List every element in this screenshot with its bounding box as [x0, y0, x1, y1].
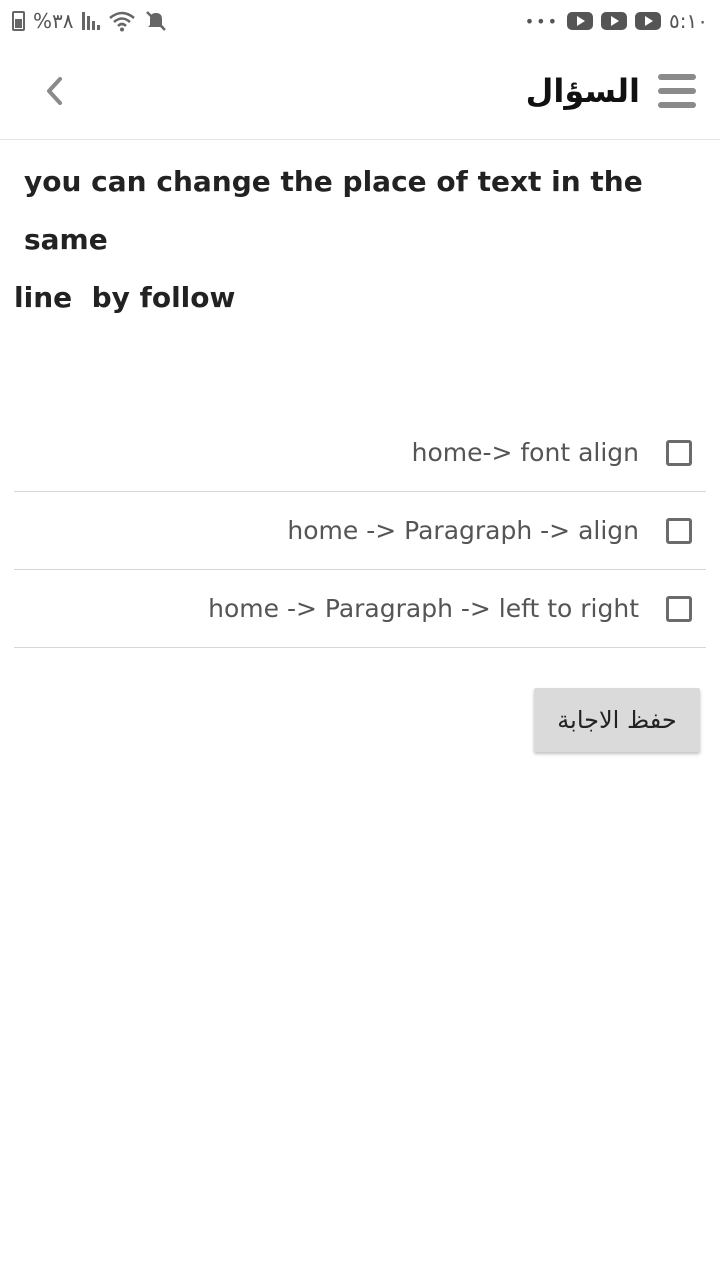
chevron-left-icon — [47, 76, 62, 105]
option-checkbox[interactable] — [666, 517, 692, 544]
save-answer-button[interactable]: حفظ الاجابة — [534, 688, 700, 752]
youtube-icon — [567, 12, 594, 30]
wifi-icon — [108, 11, 135, 32]
option-row[interactable]: home -> Paragraph -> align — [14, 492, 706, 570]
clock: ٥:١٠ — [669, 9, 708, 33]
back-button[interactable] — [22, 59, 86, 123]
title-area: السؤال — [526, 72, 696, 110]
option-label: home-> font align — [411, 438, 639, 467]
app-bar: السؤال — [0, 42, 720, 140]
option-label: home -> Paragraph -> left to right — [208, 594, 639, 623]
battery-icon — [12, 11, 25, 31]
battery-percent: %٣٨ — [33, 9, 74, 33]
option-row[interactable]: home -> Paragraph -> left to right — [14, 570, 706, 648]
hamburger-menu-icon[interactable] — [658, 73, 696, 108]
youtube-icon — [601, 12, 628, 30]
status-bar: %٣٨ ••• ٥:١٠ — [0, 0, 720, 42]
option-label: home -> Paragraph -> align — [287, 516, 639, 545]
answer-options: home-> font align home -> Paragraph -> a… — [14, 414, 706, 648]
more-dots-icon: ••• — [524, 11, 560, 31]
status-right: ••• ٥:١٠ — [525, 9, 708, 33]
option-checkbox[interactable] — [666, 595, 692, 622]
option-row[interactable]: home-> font align — [14, 414, 706, 492]
signal-icon — [81, 12, 100, 30]
mute-icon — [145, 11, 166, 31]
youtube-icon — [635, 12, 662, 30]
status-left: %٣٨ — [12, 9, 168, 33]
question-line-2: line by follow — [14, 281, 236, 314]
question-text: you can change the place of text in the … — [14, 153, 694, 327]
question-line-1: you can change the place of text in the … — [24, 165, 643, 256]
page-title: السؤال — [525, 71, 640, 110]
option-checkbox[interactable] — [666, 439, 692, 466]
